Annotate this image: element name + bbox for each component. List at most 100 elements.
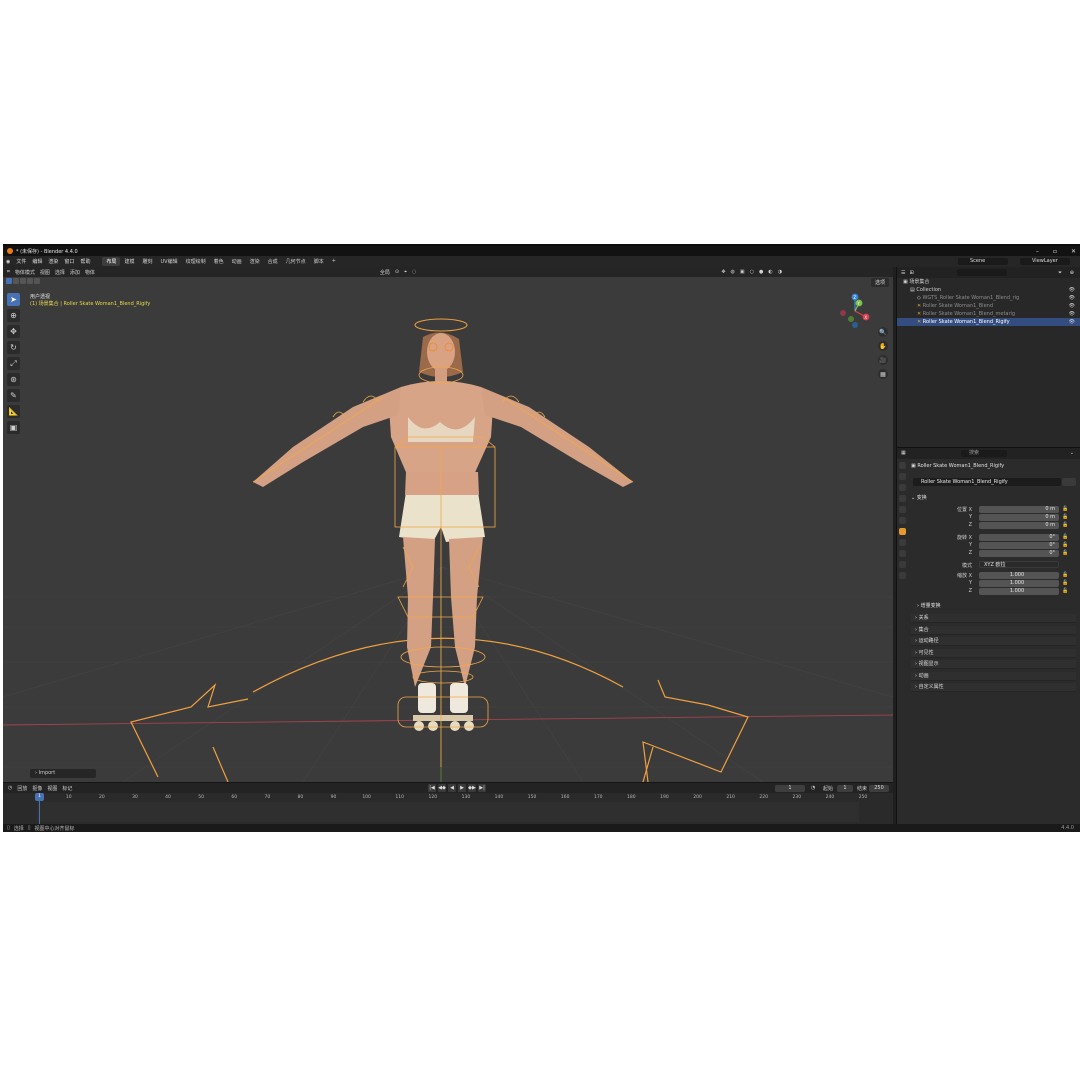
xray-toggle-icon[interactable]: ▣ xyxy=(740,269,745,275)
menu-add[interactable]: 添加 xyxy=(70,269,80,276)
camera-icon[interactable]: 🎥 xyxy=(878,355,888,365)
jump-key-forward-icon[interactable]: ◆▶ xyxy=(468,784,476,792)
lock-icon[interactable]: 🔓 xyxy=(1062,534,1068,540)
location-y-field[interactable]: 0 m xyxy=(979,514,1059,521)
tab-sculpting[interactable]: 雕刻 xyxy=(138,257,156,266)
lock-icon[interactable]: 🔓 xyxy=(1062,572,1068,578)
object-mode-dropdown[interactable]: 物体模式 xyxy=(15,269,35,276)
playhead[interactable]: 1 xyxy=(35,793,44,801)
lock-icon[interactable]: 🔓 xyxy=(1062,580,1068,586)
gizmo-toggle-icon[interactable]: ✥ xyxy=(721,269,725,275)
scene-selector[interactable]: Scene xyxy=(958,258,1008,265)
pivot-icon[interactable]: ⊙ xyxy=(395,269,399,275)
delta-transform-header[interactable]: › 增量变换 xyxy=(917,602,941,609)
tab-texture-paint[interactable]: 纹理绘制 xyxy=(182,257,210,266)
keyframe-area[interactable] xyxy=(37,802,859,822)
object-name-field[interactable]: Roller Skate Woman1_Blend_Rigify xyxy=(913,478,1061,486)
last-operator-panel[interactable]: › Import xyxy=(30,769,96,778)
tab-layout[interactable]: 布局 xyxy=(102,257,121,266)
constraints-tab-icon[interactable] xyxy=(898,561,906,568)
frame-ruler[interactable]: 10 20 30 40 50 60 70 80 90 100 110 120 130 140 150 160 1… xyxy=(3,794,893,802)
property-section-header[interactable]: › 动画 xyxy=(911,671,1076,681)
options-chevron-icon[interactable]: ⌄ xyxy=(1070,450,1074,456)
end-frame-field[interactable]: 250 xyxy=(869,785,889,792)
property-section-header[interactable]: › 运动路径 xyxy=(911,637,1076,646)
menu-marker[interactable]: 标记 xyxy=(62,785,72,792)
render-tab-icon[interactable] xyxy=(898,473,906,480)
visibility-eye-icon[interactable]: 👁 xyxy=(1069,318,1075,326)
properties-search-input[interactable]: 搜索 xyxy=(961,450,1007,457)
stopwatch-icon[interactable]: ◔ xyxy=(811,785,815,791)
outliner-row[interactable]: ✕ Roller Skate Woman1_Blend 👁 xyxy=(897,302,1080,310)
outliner-row[interactable]: ▣ 场景集合 xyxy=(897,278,1080,286)
current-frame-field[interactable]: 1 xyxy=(775,785,805,792)
select-intersect-icon[interactable] xyxy=(34,278,40,284)
select-extend-icon[interactable] xyxy=(13,278,19,284)
lock-icon[interactable]: 🔓 xyxy=(1062,542,1068,548)
annotate-tool[interactable]: ✎ xyxy=(7,389,20,402)
physics-tab-icon[interactable] xyxy=(898,550,906,557)
tab-animation[interactable]: 动画 xyxy=(228,257,246,266)
jump-end-icon[interactable]: ▶| xyxy=(478,784,486,792)
cursor-tool[interactable]: ⊕ xyxy=(7,309,20,322)
play-icon[interactable]: ▶ xyxy=(458,784,466,792)
property-section-header[interactable]: › 集合 xyxy=(911,625,1076,635)
tab-rendering[interactable]: 渲染 xyxy=(246,257,264,266)
new-collection-icon[interactable]: ⊕ xyxy=(1070,270,1074,276)
rotation-y-field[interactable]: 0° xyxy=(979,542,1059,549)
grid-perspective-icon[interactable]: ▦ xyxy=(878,369,888,379)
rotation-mode-dropdown[interactable]: XYZ 欧拉 xyxy=(979,561,1059,568)
scale-x-field[interactable]: 1.000 xyxy=(979,572,1059,579)
world-tab-icon[interactable] xyxy=(898,517,906,524)
tab-modeling[interactable]: 建模 xyxy=(120,257,138,266)
rotate-tool[interactable]: ↻ xyxy=(7,341,20,354)
select-new-icon[interactable] xyxy=(6,278,12,284)
display-mode-icon[interactable]: ⊞ xyxy=(909,270,913,276)
minimize-icon[interactable]: – xyxy=(1036,248,1039,255)
output-tab-icon[interactable] xyxy=(898,484,906,491)
scale-z-field[interactable]: 1.000 xyxy=(979,588,1059,595)
property-section-header[interactable]: › 自定义属性 xyxy=(911,683,1076,692)
maximize-icon[interactable]: ▫ xyxy=(1053,248,1057,255)
visibility-eye-icon[interactable]: 👁 xyxy=(1069,286,1075,294)
location-x-field[interactable]: 0 m xyxy=(979,506,1059,513)
shading-rendered-icon[interactable]: ◑ xyxy=(778,269,782,275)
outliner-row[interactable]: ✕ Roller Skate Woman1_Blend_metarig 👁 xyxy=(897,310,1080,318)
navigation-gizmo[interactable]: Z X Y xyxy=(835,291,875,331)
close-icon[interactable]: ✕ xyxy=(1071,248,1076,255)
tab-scripting[interactable]: 脚本 xyxy=(310,257,328,266)
property-section-header[interactable]: › 视图显示 xyxy=(911,660,1076,669)
rotation-x-field[interactable]: 0° xyxy=(979,534,1059,541)
lock-icon[interactable]: 🔓 xyxy=(1062,550,1068,556)
zoom-icon[interactable]: 🔍 xyxy=(878,327,888,337)
outliner-editor-icon[interactable]: ☰ xyxy=(901,270,905,276)
tool-tab-icon[interactable] xyxy=(898,462,906,469)
rotation-z-field[interactable]: 0° xyxy=(979,550,1059,557)
jump-key-back-icon[interactable]: ◀◆ xyxy=(438,784,446,792)
menu-view[interactable]: 视图 xyxy=(40,269,50,276)
proportional-edit-icon[interactable]: ◌ xyxy=(412,269,416,275)
modifier-tab-icon[interactable] xyxy=(898,539,906,546)
visibility-eye-icon[interactable]: 👁 xyxy=(1069,294,1075,302)
select-subtract-icon[interactable] xyxy=(20,278,26,284)
menu-help[interactable]: 帮助 xyxy=(80,258,90,265)
overlay-toggle-icon[interactable]: ◍ xyxy=(731,269,735,275)
3d-viewport[interactable]: ⌗ 物体模式 视图 选择 添加 物体 全局 ⊙ ⌖ ◌ ✥ ◍ ▣ ○ ● ◐ … xyxy=(3,267,893,782)
visibility-eye-icon[interactable]: 👁 xyxy=(1069,302,1075,310)
outliner-row[interactable]: ✕ Roller Skate Woman1_Blend_Rigify 👁 xyxy=(897,318,1080,326)
object-tab-icon[interactable] xyxy=(898,528,906,535)
tab-compositing[interactable]: 合成 xyxy=(264,257,282,266)
menu-keying[interactable]: 抠像 xyxy=(32,785,42,792)
scale-y-field[interactable]: 1.000 xyxy=(979,580,1059,587)
start-frame-field[interactable]: 1 xyxy=(837,785,853,792)
visibility-eye-icon[interactable]: 👁 xyxy=(1069,310,1075,318)
timeline-editor-icon[interactable]: ◷ xyxy=(8,785,12,791)
data-tab-icon[interactable] xyxy=(898,572,906,579)
blender-menu-icon[interactable]: ◉ xyxy=(6,259,10,265)
properties-editor-icon[interactable]: ▦ xyxy=(901,450,906,456)
shading-material-icon[interactable]: ◐ xyxy=(768,269,772,275)
tab-geometry-nodes[interactable]: 几何节点 xyxy=(282,257,310,266)
property-section-header[interactable]: › 可见性 xyxy=(911,648,1076,658)
select-invert-icon[interactable] xyxy=(27,278,33,284)
scale-tool[interactable]: ⤢ xyxy=(7,357,20,370)
